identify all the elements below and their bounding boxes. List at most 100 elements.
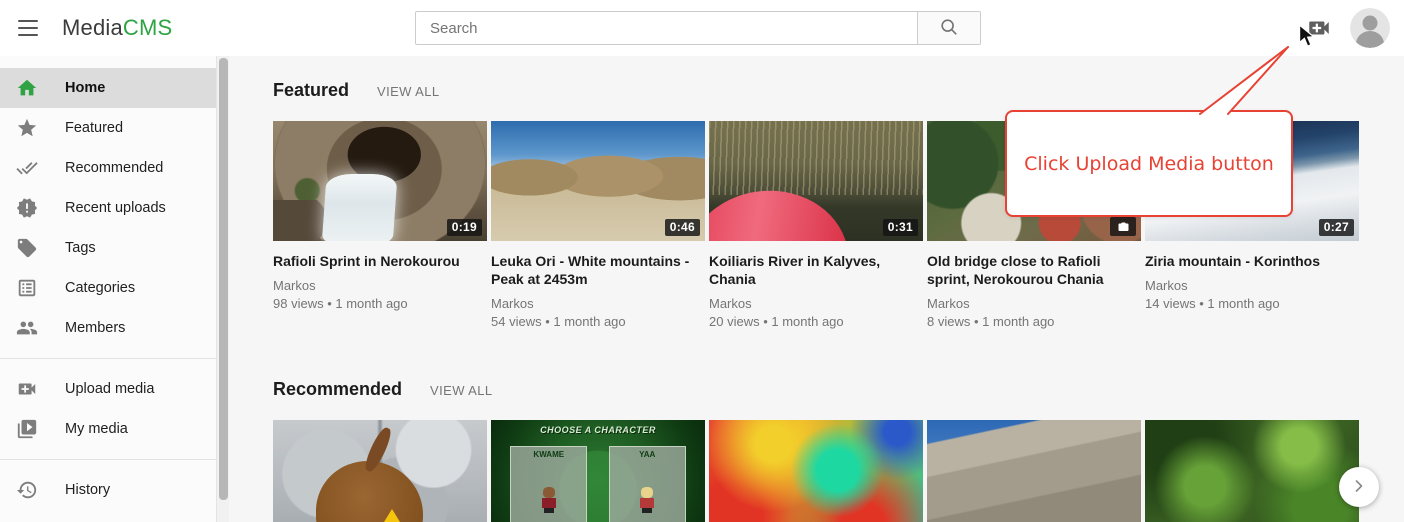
sidebar-item-history[interactable]: History (0, 470, 216, 510)
sidebar: Home Featured Recommended Recent uploads… (0, 56, 229, 522)
thumbnail-art (384, 509, 400, 522)
sidebar-divider (0, 459, 216, 460)
media-meta: 14 views • 1 month ago (1145, 295, 1359, 313)
sidebar-item-label: Recent uploads (65, 200, 166, 216)
duration-badge: 0:31 (883, 219, 918, 236)
duration-badge: 0:27 (1319, 219, 1354, 236)
media-card (709, 420, 923, 522)
sidebar-item-label: Upload media (65, 381, 154, 397)
video-thumbnail[interactable] (1145, 420, 1359, 522)
upload-media-icon[interactable] (1306, 15, 1332, 41)
tag-icon (15, 236, 39, 260)
home-icon (15, 76, 39, 100)
recommended-cards-row: CHOOSE A CHARACTER KWAME Selected YAA Se… (273, 420, 1404, 522)
chevron-right-icon (1349, 476, 1369, 499)
video-thumbnail[interactable]: 0:46 (491, 121, 705, 241)
media-card: 0:46 Leuka Ori - White mountains - Peak … (491, 121, 705, 353)
sidebar-item-label: Home (65, 80, 105, 96)
sidebar-item-home[interactable]: Home (0, 68, 216, 108)
sidebar-item-categories[interactable]: Categories (0, 268, 216, 308)
media-title[interactable]: Rafioli Sprint in Nerokourou (273, 252, 481, 270)
thumbnail-art (639, 487, 655, 513)
logo-media-text: Media (62, 15, 123, 40)
thumbnail-art: YAA Select (609, 446, 686, 522)
media-author: Markos (1145, 277, 1359, 295)
thumbnail-art-text: YAA (610, 450, 685, 459)
media-title[interactable]: Leuka Ori - White mountains - Peak at 24… (491, 252, 699, 288)
thumbnail-art-text: KWAME (511, 450, 586, 459)
user-avatar-icon[interactable] (1350, 8, 1390, 48)
media-card: CHOOSE A CHARACTER KWAME Selected YAA Se… (491, 420, 705, 522)
carousel-next-button[interactable] (1339, 467, 1379, 507)
sidebar-scrollbar-thumb[interactable] (219, 58, 228, 500)
search-input[interactable] (415, 11, 917, 45)
media-meta: 54 views • 1 month ago (491, 313, 705, 331)
tour-callout: Click Upload Media button (1005, 110, 1293, 217)
search-button[interactable] (917, 11, 981, 45)
recommended-section-header: Recommended VIEW ALL (273, 379, 1404, 400)
section-title-recommended: Recommended (273, 379, 402, 400)
camera-icon (1110, 217, 1136, 236)
media-author: Markos (709, 295, 923, 313)
members-icon (15, 316, 39, 340)
video-thumbnail[interactable]: CHOOSE A CHARACTER KWAME Selected YAA Se… (491, 420, 705, 522)
logo[interactable]: MediaCMS (62, 15, 172, 41)
media-card (273, 420, 487, 522)
sidebar-divider (0, 358, 216, 359)
sidebar-item-members[interactable]: Members (0, 308, 216, 348)
recommended-view-all-link[interactable]: VIEW ALL (430, 383, 492, 398)
video-thumbnail[interactable]: 0:31 (709, 121, 923, 241)
sidebar-item-label: Featured (65, 120, 123, 136)
search-bar (415, 11, 981, 45)
video-thumbnail[interactable] (927, 420, 1141, 522)
duration-badge: 0:19 (447, 219, 482, 236)
media-meta: 98 views • 1 month ago (273, 295, 487, 313)
thumbnail-art-text: CHOOSE A CHARACTER (491, 425, 705, 435)
featured-view-all-link[interactable]: VIEW ALL (377, 84, 439, 99)
top-bar: MediaCMS (0, 0, 1404, 56)
duration-badge: 0:46 (665, 219, 700, 236)
categories-icon (15, 276, 39, 300)
media-card (1145, 420, 1359, 522)
video-thumbnail[interactable] (273, 420, 487, 522)
media-author: Markos (927, 295, 1141, 313)
sidebar-item-my-media[interactable]: My media (0, 409, 216, 449)
sidebar-item-label: Recommended (65, 160, 163, 176)
media-meta: 20 views • 1 month ago (709, 313, 923, 331)
media-card: 0:31 Koiliaris River in Kalyves, Chania … (709, 121, 923, 353)
media-meta: 8 views • 1 month ago (927, 313, 1141, 331)
media-title[interactable]: Koiliaris River in Kalyves, Chania (709, 252, 917, 288)
sidebar-item-recommended[interactable]: Recommended (0, 148, 216, 188)
sidebar-item-label: Tags (65, 240, 96, 256)
sidebar-item-tags[interactable]: Tags (0, 228, 216, 268)
media-title[interactable]: Old bridge close to Rafioli sprint, Nero… (927, 252, 1135, 288)
media-card (927, 420, 1141, 522)
sidebar-item-upload-media[interactable]: Upload media (0, 369, 216, 409)
sidebar-item-label: My media (65, 421, 128, 437)
header-actions (1306, 0, 1390, 56)
media-author: Markos (491, 295, 705, 313)
sidebar-item-label: Categories (65, 280, 135, 296)
media-card: 0:19 Rafioli Sprint in Nerokourou Markos… (273, 121, 487, 353)
video-library-icon (15, 417, 39, 441)
video-call-icon (15, 377, 39, 401)
sidebar-item-featured[interactable]: Featured (0, 108, 216, 148)
sidebar-item-label: History (65, 482, 110, 498)
featured-section-header: Featured VIEW ALL (273, 80, 1404, 101)
mediacms-app: MediaCMS Home (0, 0, 1404, 522)
media-title[interactable]: Ziria mountain - Korinthos (1145, 252, 1353, 270)
done-all-icon (15, 156, 39, 180)
hamburger-menu-icon[interactable] (18, 19, 38, 37)
thumbnail-art: KWAME Selected (510, 446, 587, 522)
logo-cms-text: CMS (123, 15, 173, 40)
video-thumbnail[interactable]: 0:19 (273, 121, 487, 241)
sidebar-nav: Home Featured Recommended Recent uploads… (0, 56, 216, 510)
sidebar-scrollbar[interactable] (216, 56, 229, 522)
section-title-featured: Featured (273, 80, 349, 101)
thumbnail-art (541, 487, 557, 513)
star-icon (15, 116, 39, 140)
sidebar-item-label: Members (65, 320, 125, 336)
video-thumbnail[interactable] (709, 420, 923, 522)
thumbnail-art (316, 461, 423, 522)
sidebar-item-recent-uploads[interactable]: Recent uploads (0, 188, 216, 228)
